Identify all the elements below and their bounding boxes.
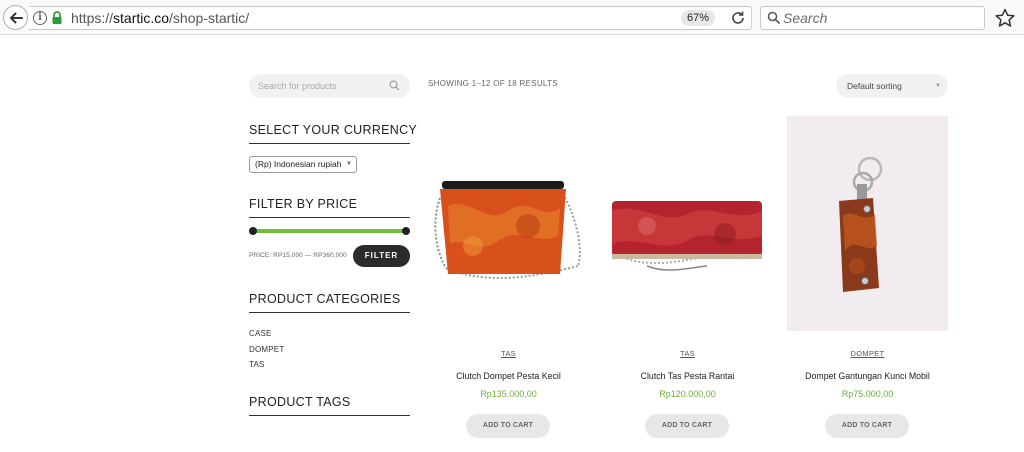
product-search[interactable] <box>249 74 410 98</box>
url-prefix: https:// <box>71 10 114 26</box>
back-arrow-icon <box>9 12 23 23</box>
slider-max-handle[interactable] <box>402 227 410 235</box>
result-count: SHOWING 1–12 OF 18 RESULTS <box>428 79 558 88</box>
search-icon[interactable] <box>389 80 400 91</box>
price-filter-title: FILTER BY PRICE <box>249 197 410 218</box>
product-card: TAS Clutch Tas Pesta Rantai Rp120.000,00… <box>607 116 768 446</box>
currency-widget-title: SELECT YOUR CURRENCY <box>249 123 417 144</box>
browser-search-input[interactable] <box>783 9 978 27</box>
product-image[interactable] <box>787 116 948 331</box>
zoom-level-badge[interactable]: 67% <box>681 10 716 26</box>
tags-widget-title: PRODUCT TAGS <box>249 395 410 416</box>
product-title[interactable]: Clutch Dompet Pesta Kecil <box>428 371 589 381</box>
sorting-selected-value: Default sorting <box>847 81 902 91</box>
price-range-label: PRICE: RP15,000 — RP360,000 <box>249 252 347 259</box>
product-title[interactable]: Dompet Gantungan Kunci Mobil <box>787 371 948 381</box>
sorting-select[interactable]: Default sorting ▼ <box>836 74 948 98</box>
category-link-tas[interactable]: TAS <box>249 357 284 373</box>
chevron-down-icon: ▼ <box>935 83 941 89</box>
url-text[interactable]: https://startic.co/shop-startic/ <box>71 10 249 26</box>
product-card: DOMPET Dompet Gantungan Kunci Mobil Rp75… <box>787 116 948 446</box>
categories-widget-title: PRODUCT CATEGORIES <box>249 292 410 313</box>
add-to-cart-button[interactable]: ADD TO CART <box>825 414 909 438</box>
add-to-cart-button[interactable]: ADD TO CART <box>466 414 550 438</box>
info-icon[interactable]: i <box>33 11 47 25</box>
product-category-link[interactable]: DOMPET <box>787 349 948 358</box>
currency-select[interactable]: (Rp) Indonesian rupiah ▼ <box>249 156 357 173</box>
slider-min-handle[interactable] <box>249 227 257 235</box>
chevron-down-icon: ▼ <box>346 161 352 167</box>
add-to-cart-button[interactable]: ADD TO CART <box>645 414 729 438</box>
category-list: CASE DOMPET TAS <box>249 326 284 373</box>
product-card: TAS Clutch Dompet Pesta Kecil Rp135.000,… <box>428 116 589 446</box>
category-link-dompet[interactable]: DOMPET <box>249 342 284 358</box>
product-price: Rp120.000,00 <box>659 389 716 399</box>
filter-button[interactable]: FILTER <box>353 245 410 267</box>
url-bar-divider <box>751 9 752 27</box>
product-category-link[interactable]: TAS <box>428 349 589 358</box>
reload-icon[interactable] <box>729 9 747 27</box>
currency-selected-value: (Rp) Indonesian rupiah <box>255 159 342 169</box>
lock-icon[interactable] <box>51 10 63 26</box>
price-range-slider[interactable] <box>249 227 410 235</box>
browser-toolbar: i https://startic.co/shop-startic/ 67% <box>0 0 1024 35</box>
bookmark-star-icon[interactable] <box>994 7 1016 29</box>
url-host: startic.co <box>113 10 170 26</box>
product-search-input[interactable] <box>258 79 383 93</box>
product-price: Rp135.000,00 <box>480 389 537 399</box>
browser-search-bar[interactable] <box>760 6 985 30</box>
search-icon <box>767 11 781 25</box>
slider-track <box>253 229 406 233</box>
product-title[interactable]: Clutch Tas Pesta Rantai <box>607 371 768 381</box>
back-button[interactable] <box>3 5 28 30</box>
product-image[interactable] <box>428 116 589 331</box>
product-price: Rp75.000,00 <box>841 389 894 399</box>
url-path: /shop-startic/ <box>169 10 250 26</box>
category-link-case[interactable]: CASE <box>249 326 284 342</box>
product-image[interactable] <box>607 116 768 331</box>
url-bar[interactable]: i https://startic.co/shop-startic/ 67% <box>29 6 752 30</box>
product-category-link[interactable]: TAS <box>607 349 768 358</box>
